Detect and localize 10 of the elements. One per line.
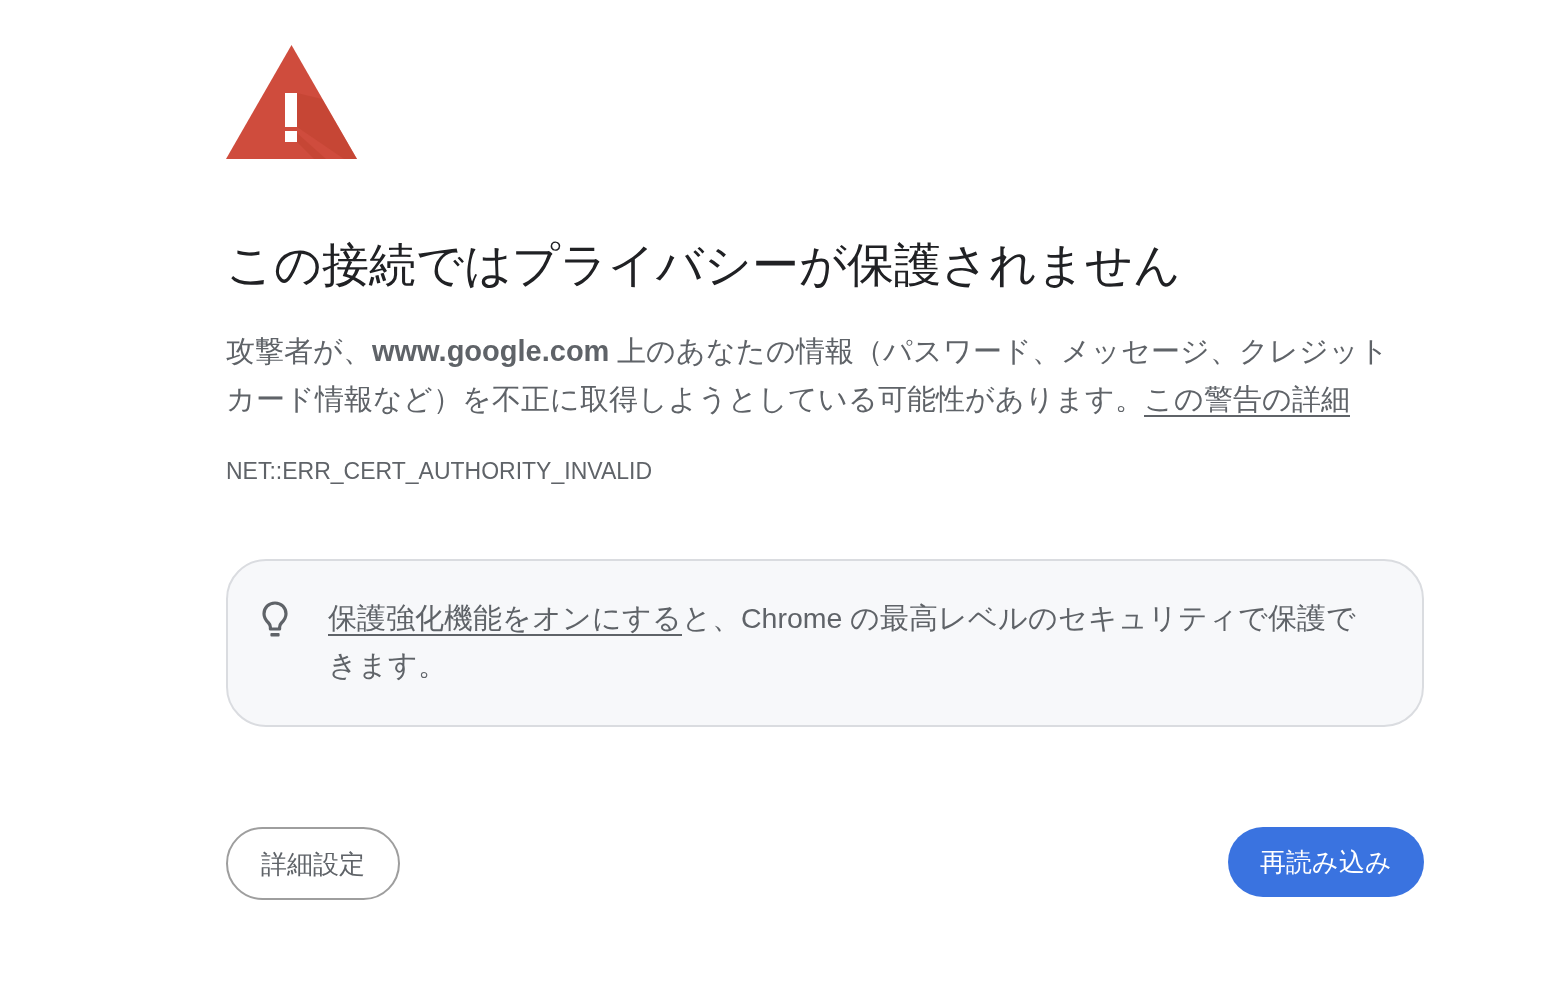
reload-button[interactable]: 再読み込み [1228, 827, 1424, 897]
lightbulb-icon [262, 601, 288, 638]
tip-text: 保護強化機能をオンにする と、Chrome の最高レベルのセキュリティで保護できます。 [328, 601, 1358, 683]
warning-icon [226, 45, 357, 159]
advanced-button[interactable]: 詳細設定 [226, 827, 400, 900]
enhanced-protection-link[interactable]: 保護強化機能をオンにする [328, 602, 682, 634]
page-title: この接続ではプライバシーが保護されません [226, 237, 1182, 293]
error-code: NET::ERR_CERT_AUTHORITY_INVALID [226, 457, 654, 486]
warning-message: 攻撃者が、www.google.com 上のあなたの情報（パスワード、メッセージ、クレジットカード情報など）を不正に取得しようとしている可能性があります。この警告の詳細 [226, 334, 1391, 417]
details-link[interactable]: この警告の詳細 [1144, 383, 1350, 415]
